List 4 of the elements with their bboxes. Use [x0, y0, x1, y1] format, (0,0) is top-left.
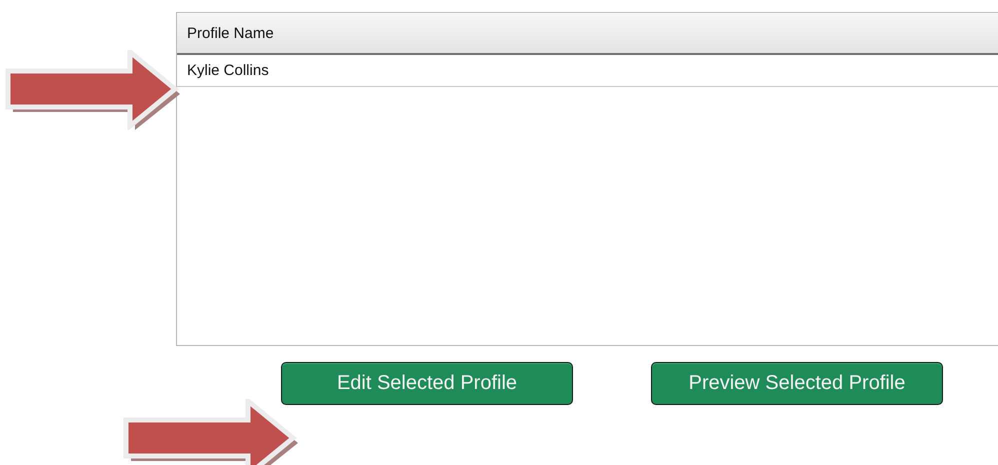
column-header: Profile Name [186, 24, 275, 44]
edit-button[interactable]: Edit Selected Profile [281, 362, 573, 405]
table-cell[interactable]: Kylie Collins [177, 55, 279, 86]
preview-button[interactable]: Preview Selected Profile [651, 362, 943, 405]
